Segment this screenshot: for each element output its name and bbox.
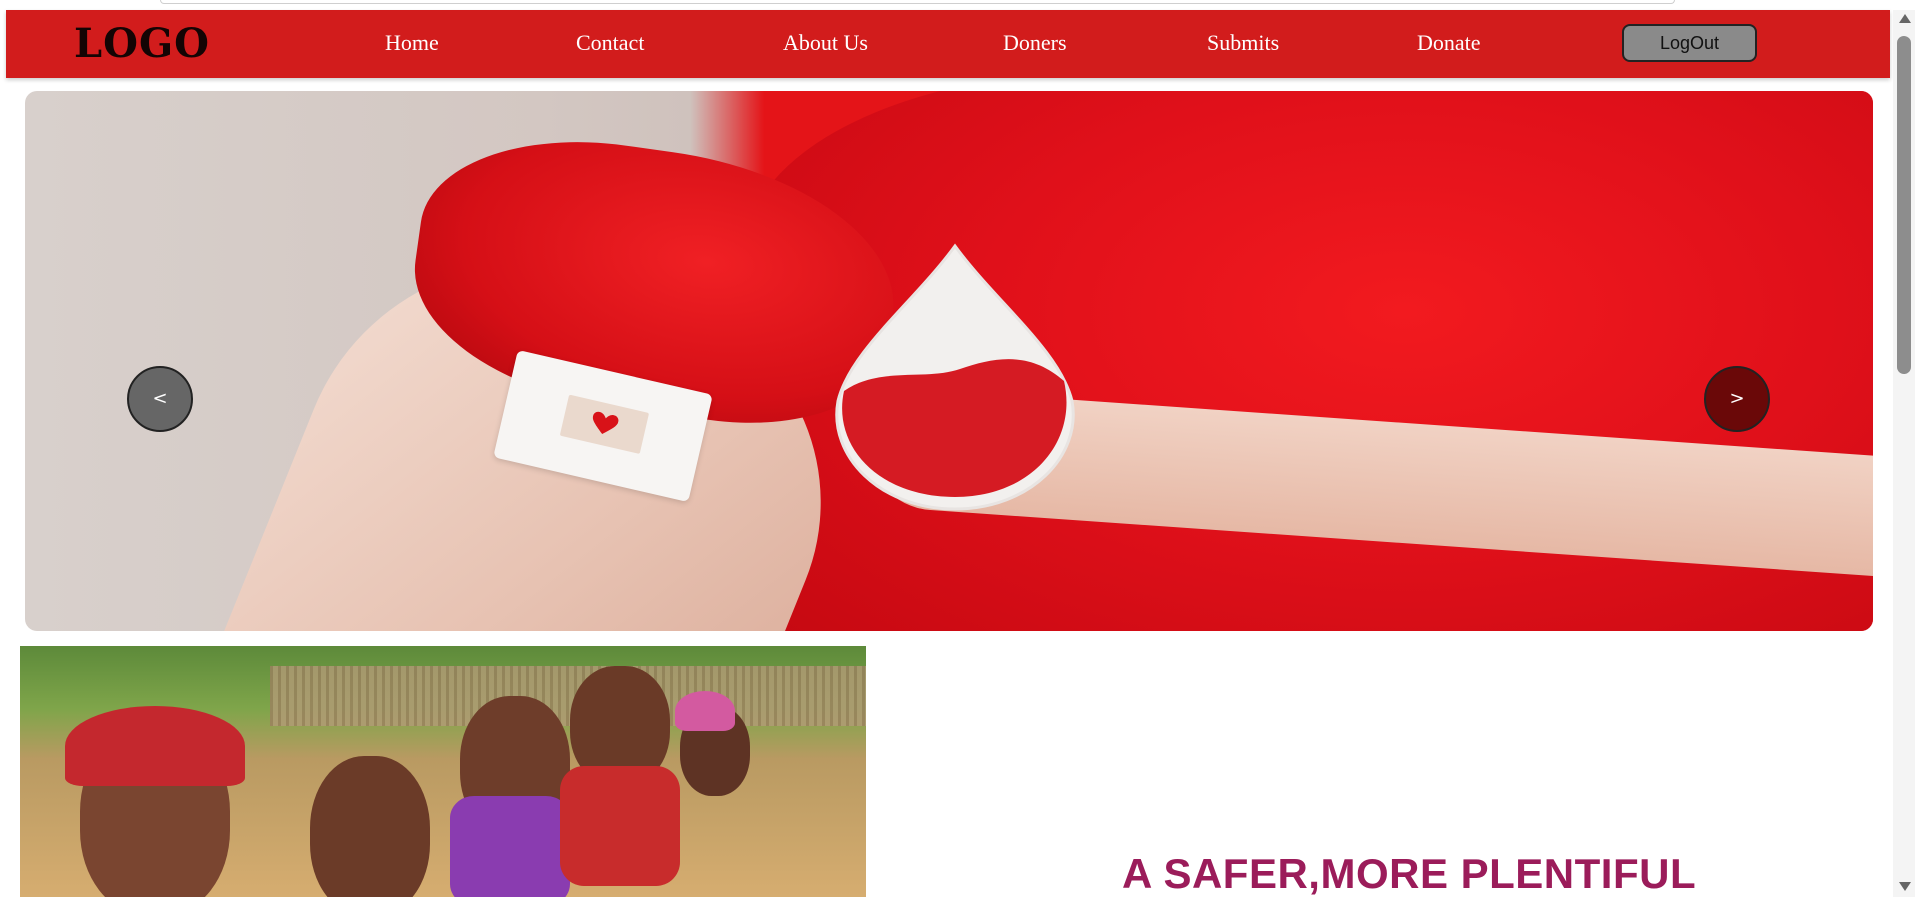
section-tagline: A SAFER,MORE PLENTIFUL — [1122, 850, 1697, 897]
nav-link-about-us[interactable]: About Us — [783, 30, 868, 56]
scroll-up-arrow-icon[interactable] — [1899, 14, 1911, 23]
nav-link-home[interactable]: Home — [385, 30, 439, 56]
scrollbar-thumb[interactable] — [1897, 36, 1911, 374]
logout-button[interactable]: LogOut — [1622, 24, 1757, 62]
logo[interactable]: LOGO — [74, 20, 210, 67]
community-photo — [20, 646, 866, 897]
photo-headscarf — [65, 706, 245, 786]
blood-drop-icon — [835, 243, 1075, 511]
photo-headscarf — [675, 691, 735, 731]
bandage-pad — [559, 394, 650, 454]
photo-clothing — [450, 796, 570, 897]
slider-prev-button[interactable]: < — [127, 366, 193, 432]
photo-clothing — [560, 766, 680, 886]
nav-link-donate[interactable]: Donate — [1417, 30, 1481, 56]
nav-link-submits[interactable]: Submits — [1207, 30, 1279, 56]
scroll-down-arrow-icon[interactable] — [1899, 882, 1911, 891]
navbar: LOGO Home Contact About Us Doners Submit… — [6, 10, 1890, 78]
scrollbar[interactable] — [1893, 10, 1915, 897]
hero-slider: < > — [25, 91, 1873, 631]
nav-link-doners[interactable]: Doners — [1003, 30, 1067, 56]
page: LOGO Home Contact About Us Doners Submit… — [0, 0, 1919, 897]
photo-person — [310, 756, 430, 897]
nav-link-contact[interactable]: Contact — [576, 30, 644, 56]
photo-fence — [270, 666, 866, 726]
slider-next-button[interactable]: > — [1704, 366, 1770, 432]
heart-icon — [592, 411, 619, 435]
browser-top-strip — [160, 0, 1675, 4]
